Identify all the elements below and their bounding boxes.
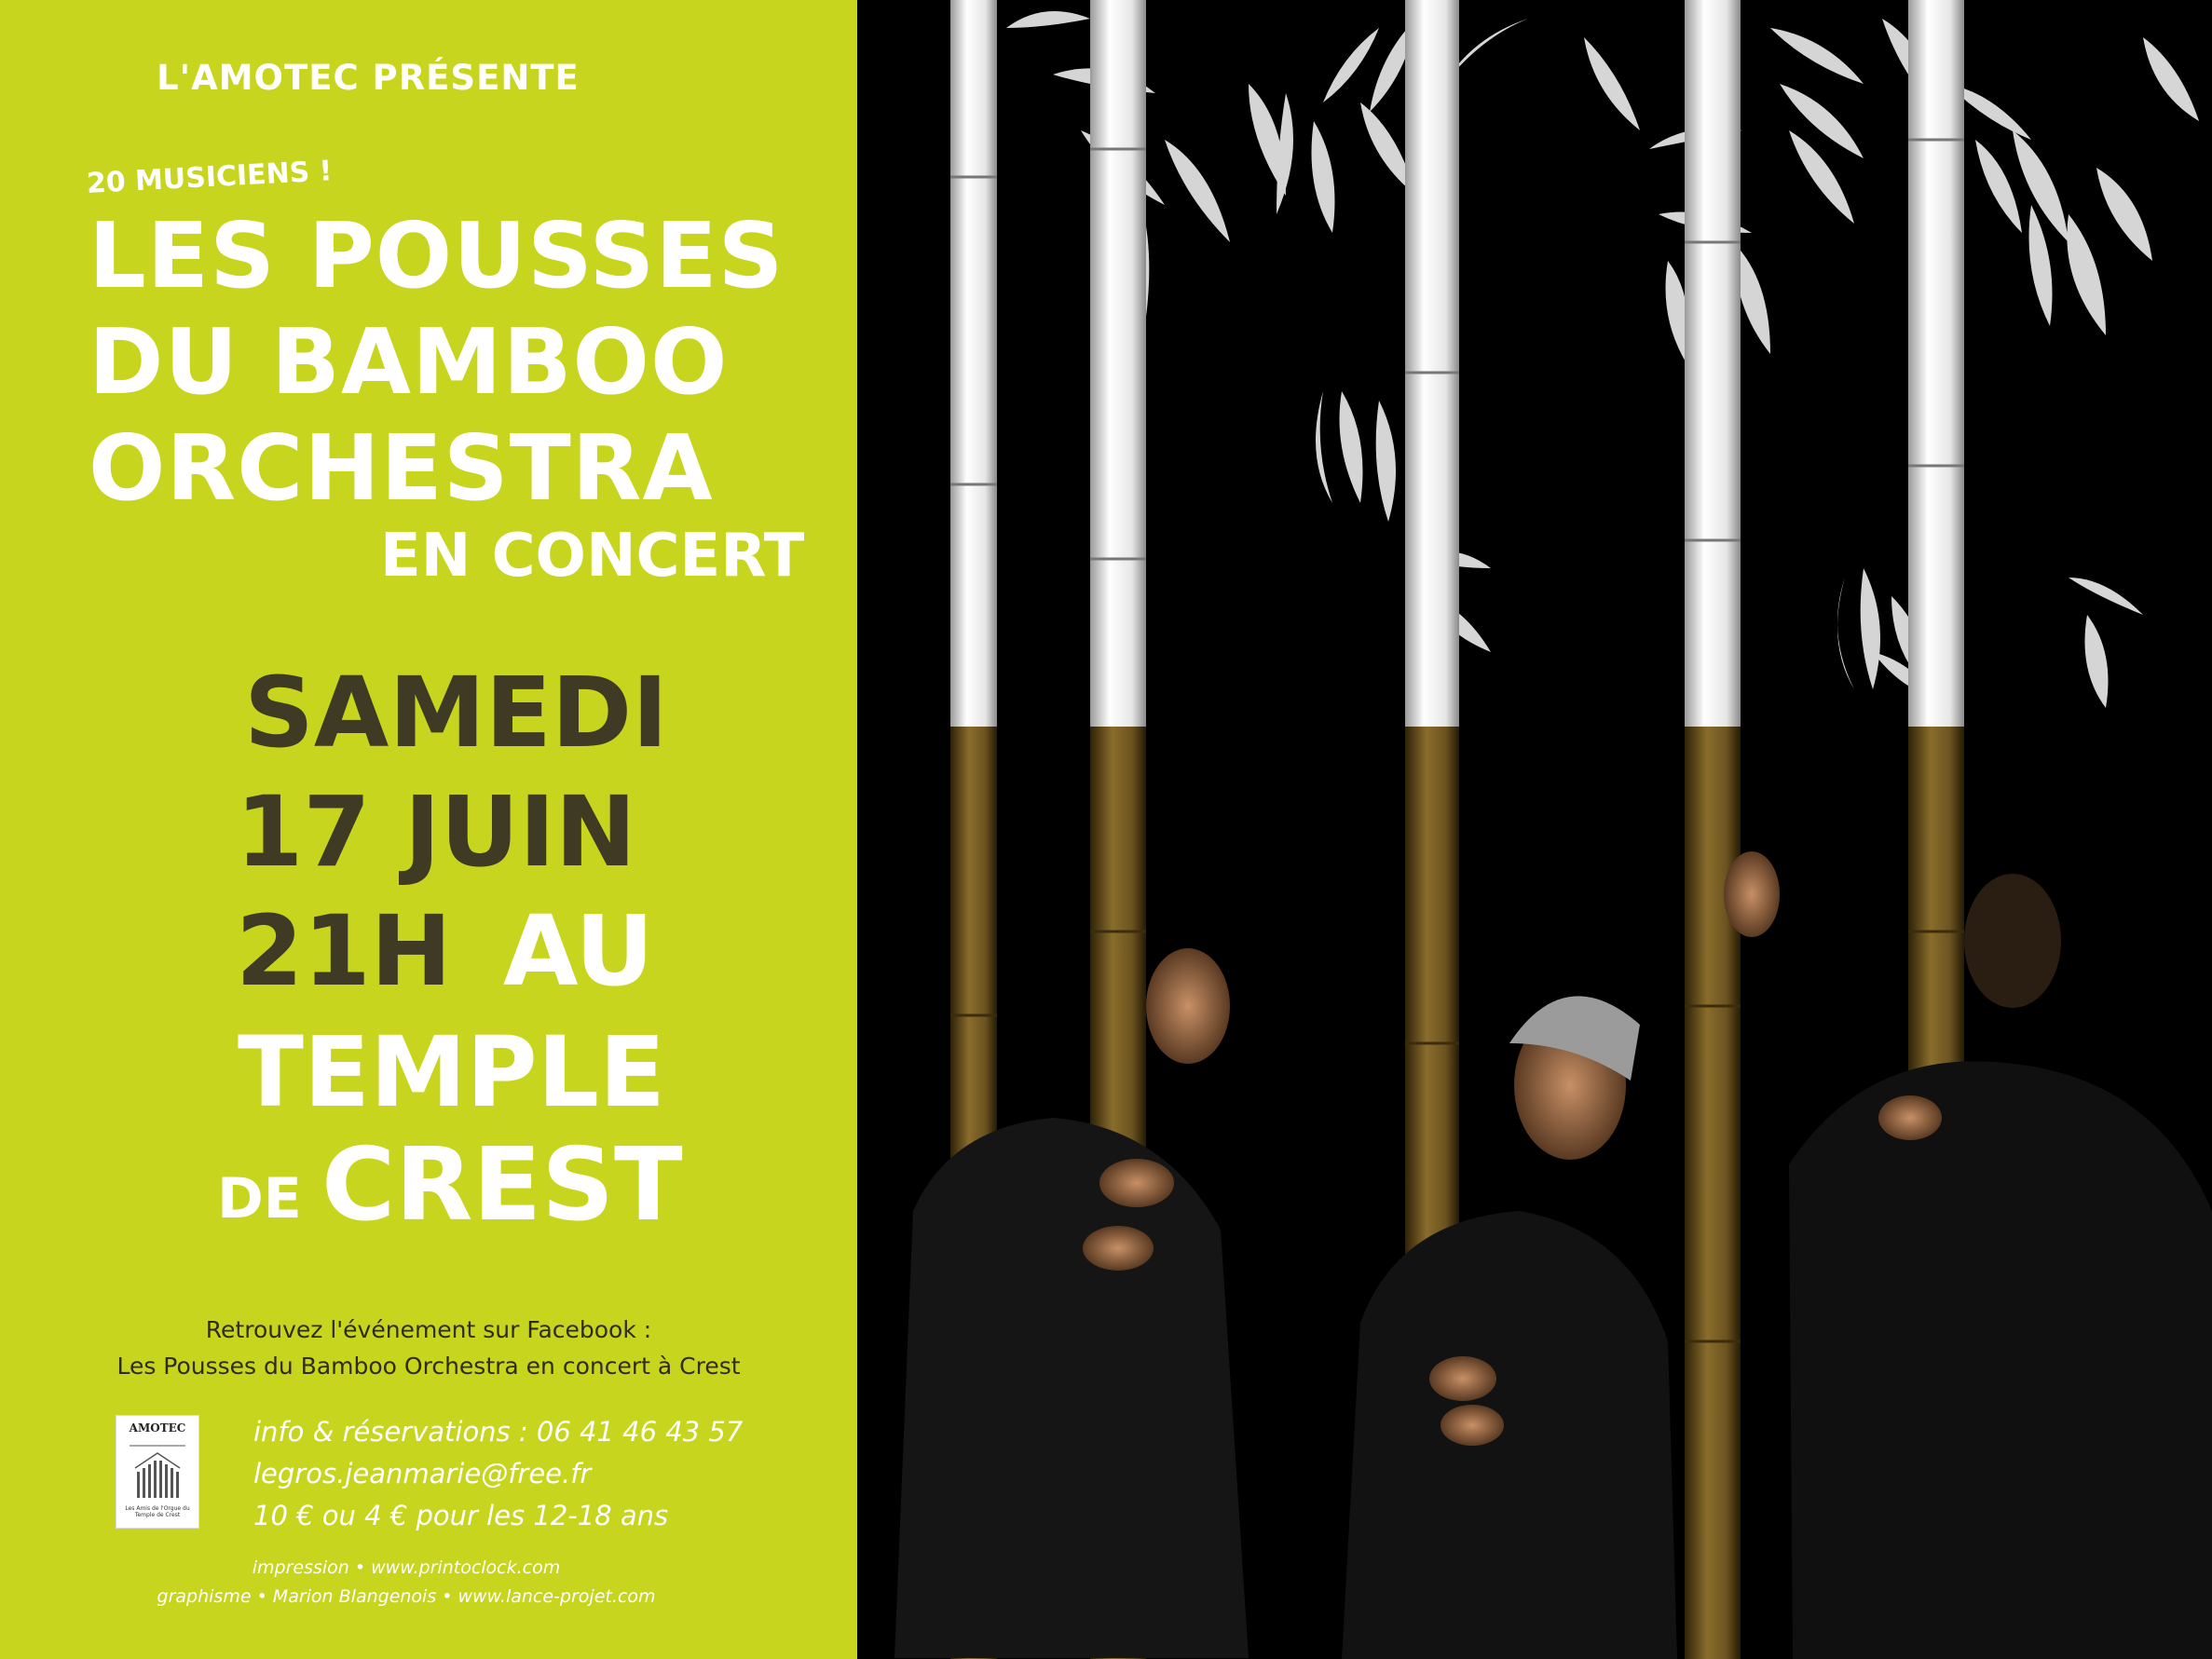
reservation-phone: info & réservations : 06 41 46 43 57 bbox=[253, 1416, 744, 1448]
musicians-tag: 20 MUSICIENS ! bbox=[86, 155, 334, 200]
subtitle: EN CONCERT bbox=[380, 522, 805, 591]
amotec-logo: AMOTEC Les Amis de l'Orgue du Temple de … bbox=[116, 1415, 199, 1529]
bamboo-orchestra-photo bbox=[857, 0, 2212, 1659]
concert-poster: L'AMOTEC PRÉSENTE 20 MUSICIENS ! LES POU… bbox=[0, 0, 2212, 1659]
title-line-3: ORCHESTRA bbox=[89, 415, 714, 521]
facebook-line-1: Retrouvez l'événement sur Facebook : bbox=[205, 1316, 652, 1343]
event-time: 21H bbox=[236, 894, 452, 1008]
event-day: SAMEDI bbox=[244, 656, 668, 769]
event-au: AU bbox=[503, 894, 654, 1008]
venue-city: CREST bbox=[321, 1127, 683, 1244]
facebook-line-2: Les Pousses du Bamboo Orchestra en conce… bbox=[116, 1353, 741, 1380]
ticket-prices: 10 € ou 4 € pour les 12-18 ans bbox=[253, 1500, 669, 1531]
logo-title: AMOTEC bbox=[129, 1421, 186, 1435]
design-credit: graphisme • Marion Blangenois • www.lanc… bbox=[157, 1586, 656, 1607]
venue-temple: TEMPLE bbox=[238, 1015, 666, 1129]
event-date: 17 JUIN bbox=[236, 775, 636, 889]
logo-caption: Les Amis de l'Orgue du Temple de Crest bbox=[125, 1505, 190, 1518]
title-line-2: DU BAMBOO bbox=[89, 309, 729, 415]
organ-icon bbox=[130, 1445, 185, 1498]
print-credit: impression • www.printoclock.com bbox=[252, 1557, 561, 1578]
presenter-line: L'AMOTEC PRÉSENTE bbox=[157, 58, 580, 98]
contact-email: legros.jeanmarie@free.fr bbox=[253, 1458, 592, 1489]
venue-de: DE bbox=[217, 1166, 302, 1231]
info-panel: L'AMOTEC PRÉSENTE 20 MUSICIENS ! LES POU… bbox=[0, 0, 857, 1659]
title-line-1: LES POUSSES bbox=[89, 203, 785, 308]
